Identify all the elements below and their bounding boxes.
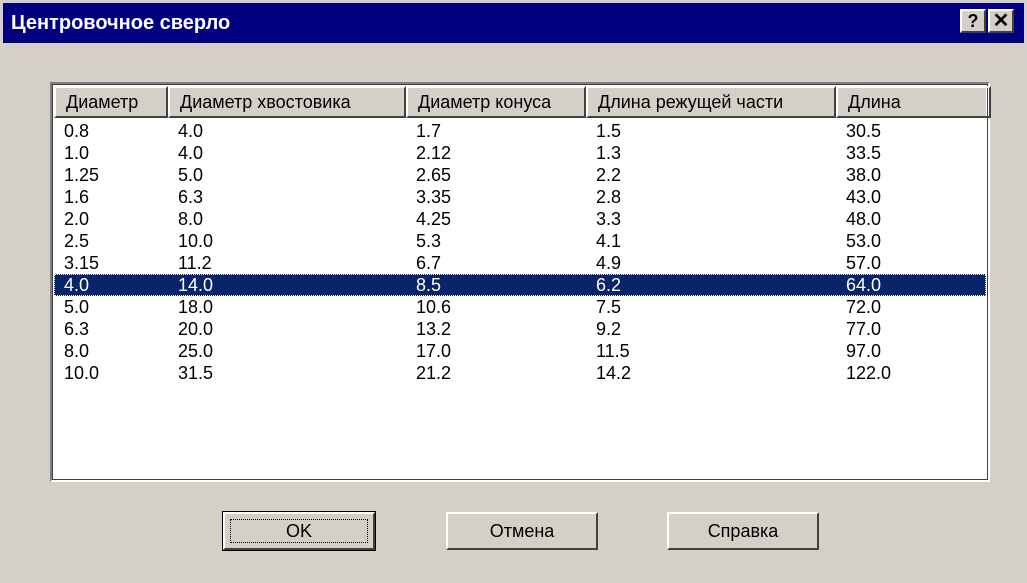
table-cell: 2.0 bbox=[64, 209, 90, 229]
table-row[interactable]: 10.0 31.5 21.2 14.2 122.0 bbox=[54, 362, 986, 384]
table-cell: 53.0 bbox=[846, 231, 882, 251]
table-cell: 11.2 bbox=[178, 253, 212, 273]
table-cell: 2.8 bbox=[596, 187, 622, 207]
table-cell: 64.0 bbox=[846, 275, 882, 295]
table-cell: 97.0 bbox=[846, 341, 882, 361]
close-button[interactable]: ✕ bbox=[988, 9, 1014, 33]
table-cell: 6.3 bbox=[178, 187, 204, 207]
table-cell: 1.25 bbox=[64, 165, 100, 185]
table-row[interactable]: 2.5 10.0 5.3 4.1 53.0 bbox=[54, 230, 986, 252]
table-cell: 4.0 bbox=[178, 143, 204, 163]
table-cell: 20.0 bbox=[178, 319, 214, 339]
table-cell: 5.0 bbox=[178, 165, 204, 185]
table-cell: 72.0 bbox=[846, 297, 882, 317]
table-cell: 6.2 bbox=[596, 275, 622, 295]
table-cell: 1.6 bbox=[64, 187, 90, 207]
table-cell: 4.25 bbox=[416, 209, 452, 229]
window-title: Центровочное сверло bbox=[11, 12, 231, 34]
table-cell: 2.2 bbox=[596, 165, 622, 185]
list-header: Диаметр Диаметр хвостовика Диаметр конус… bbox=[54, 86, 991, 118]
list-rows: 0.8 4.0 1.7 1.5 30.5 1.0 4.0 2.12 1.3 33.5 1.25 5.0… bbox=[54, 120, 986, 384]
table-cell: 1.7 bbox=[416, 121, 442, 141]
table-row[interactable]: 3.15 11.2 6.7 4.9 57.0 bbox=[54, 252, 986, 274]
table-cell: 14.0 bbox=[178, 275, 214, 295]
table-cell: 31.5 bbox=[178, 363, 214, 383]
table-cell: 10.0 bbox=[178, 231, 214, 251]
table-cell: 3.3 bbox=[596, 209, 622, 229]
table-row[interactable]: 6.3 20.0 13.2 9.2 77.0 bbox=[54, 318, 986, 340]
table-cell: 8.0 bbox=[178, 209, 204, 229]
table-row[interactable]: 8.0 25.0 17.0 11.5 97.0 bbox=[54, 340, 986, 362]
table-cell: 48.0 bbox=[846, 209, 882, 229]
column-header-cutting-length[interactable]: Длина режущей части bbox=[586, 86, 836, 118]
title-bar[interactable]: Центровочное сверло ? ✕ bbox=[3, 3, 1024, 43]
column-header-cone-diameter[interactable]: Диаметр конуса bbox=[406, 86, 586, 118]
table-cell: 4.0 bbox=[178, 121, 204, 141]
table-cell: 43.0 bbox=[846, 187, 882, 207]
table-cell: 5.0 bbox=[64, 297, 90, 317]
table-cell: 30.5 bbox=[846, 121, 882, 141]
help-button[interactable]: Справка bbox=[667, 512, 819, 550]
table-cell: 25.0 bbox=[178, 341, 214, 361]
column-header-diameter[interactable]: Диаметр bbox=[54, 86, 168, 118]
table-cell: 17.0 bbox=[416, 341, 452, 361]
table-cell: 10.6 bbox=[416, 297, 452, 317]
table-cell: 5.3 bbox=[416, 231, 442, 251]
table-cell: 21.2 bbox=[416, 363, 452, 383]
table-row[interactable]: 2.0 8.0 4.25 3.3 48.0 bbox=[54, 208, 986, 230]
table-cell: 1.5 bbox=[596, 121, 622, 141]
table-cell: 6.7 bbox=[416, 253, 442, 273]
table-cell: 33.5 bbox=[846, 143, 882, 163]
table-cell: 3.35 bbox=[416, 187, 452, 207]
table-cell: 2.65 bbox=[416, 165, 452, 185]
table-cell: 38.0 bbox=[846, 165, 882, 185]
table-cell: 4.1 bbox=[596, 231, 622, 251]
table-cell: 13.2 bbox=[416, 319, 452, 339]
table-cell: 8.5 bbox=[416, 275, 442, 295]
table-cell: 10.0 bbox=[64, 363, 100, 383]
table-cell: 4.0 bbox=[64, 275, 90, 295]
table-cell: 1.0 bbox=[64, 143, 90, 163]
table-cell: 7.5 bbox=[596, 297, 622, 317]
table-cell: 14.2 bbox=[596, 363, 632, 383]
table-cell: 0.8 bbox=[64, 121, 90, 141]
center-drill-dialog: Центровочное сверло ? ✕ Диаметр Диаметр … bbox=[0, 0, 1027, 583]
column-header-length[interactable]: Длина bbox=[836, 86, 991, 118]
table-cell: 2.12 bbox=[416, 143, 452, 163]
ok-button[interactable]: OK bbox=[222, 511, 376, 551]
cancel-button[interactable]: Отмена bbox=[446, 512, 598, 550]
focus-rect bbox=[230, 519, 368, 543]
table-cell: 18.0 bbox=[178, 297, 214, 317]
table-cell: 8.0 bbox=[64, 341, 90, 361]
table-cell: 2.5 bbox=[64, 231, 90, 251]
table-row[interactable]: 0.8 4.0 1.7 1.5 30.5 bbox=[54, 120, 986, 142]
column-header-shank-diameter[interactable]: Диаметр хвостовика bbox=[168, 86, 406, 118]
table-cell: 11.5 bbox=[596, 341, 630, 361]
table-cell: 77.0 bbox=[846, 319, 882, 339]
table-row[interactable]: 1.0 4.0 2.12 1.3 33.5 bbox=[54, 142, 986, 164]
table-cell: 9.2 bbox=[596, 319, 622, 339]
table-row[interactable]: 1.25 5.0 2.65 2.2 38.0 bbox=[54, 164, 986, 186]
table-cell: 122.0 bbox=[846, 363, 892, 383]
table-cell: 3.15 bbox=[64, 253, 100, 273]
table-row[interactable]: 4.0 14.0 8.5 6.2 64.0 bbox=[54, 274, 986, 296]
table-cell: 57.0 bbox=[846, 253, 882, 273]
table-cell: 4.9 bbox=[596, 253, 622, 273]
table-cell: 6.3 bbox=[64, 319, 90, 339]
table-row[interactable]: 1.6 6.3 3.35 2.8 43.0 bbox=[54, 186, 986, 208]
drill-size-list[interactable]: Диаметр Диаметр хвостовика Диаметр конус… bbox=[50, 82, 991, 482]
help-title-button[interactable]: ? bbox=[960, 9, 986, 33]
table-row[interactable]: 5.0 18.0 10.6 7.5 72.0 bbox=[54, 296, 986, 318]
table-cell: 1.3 bbox=[596, 143, 622, 163]
